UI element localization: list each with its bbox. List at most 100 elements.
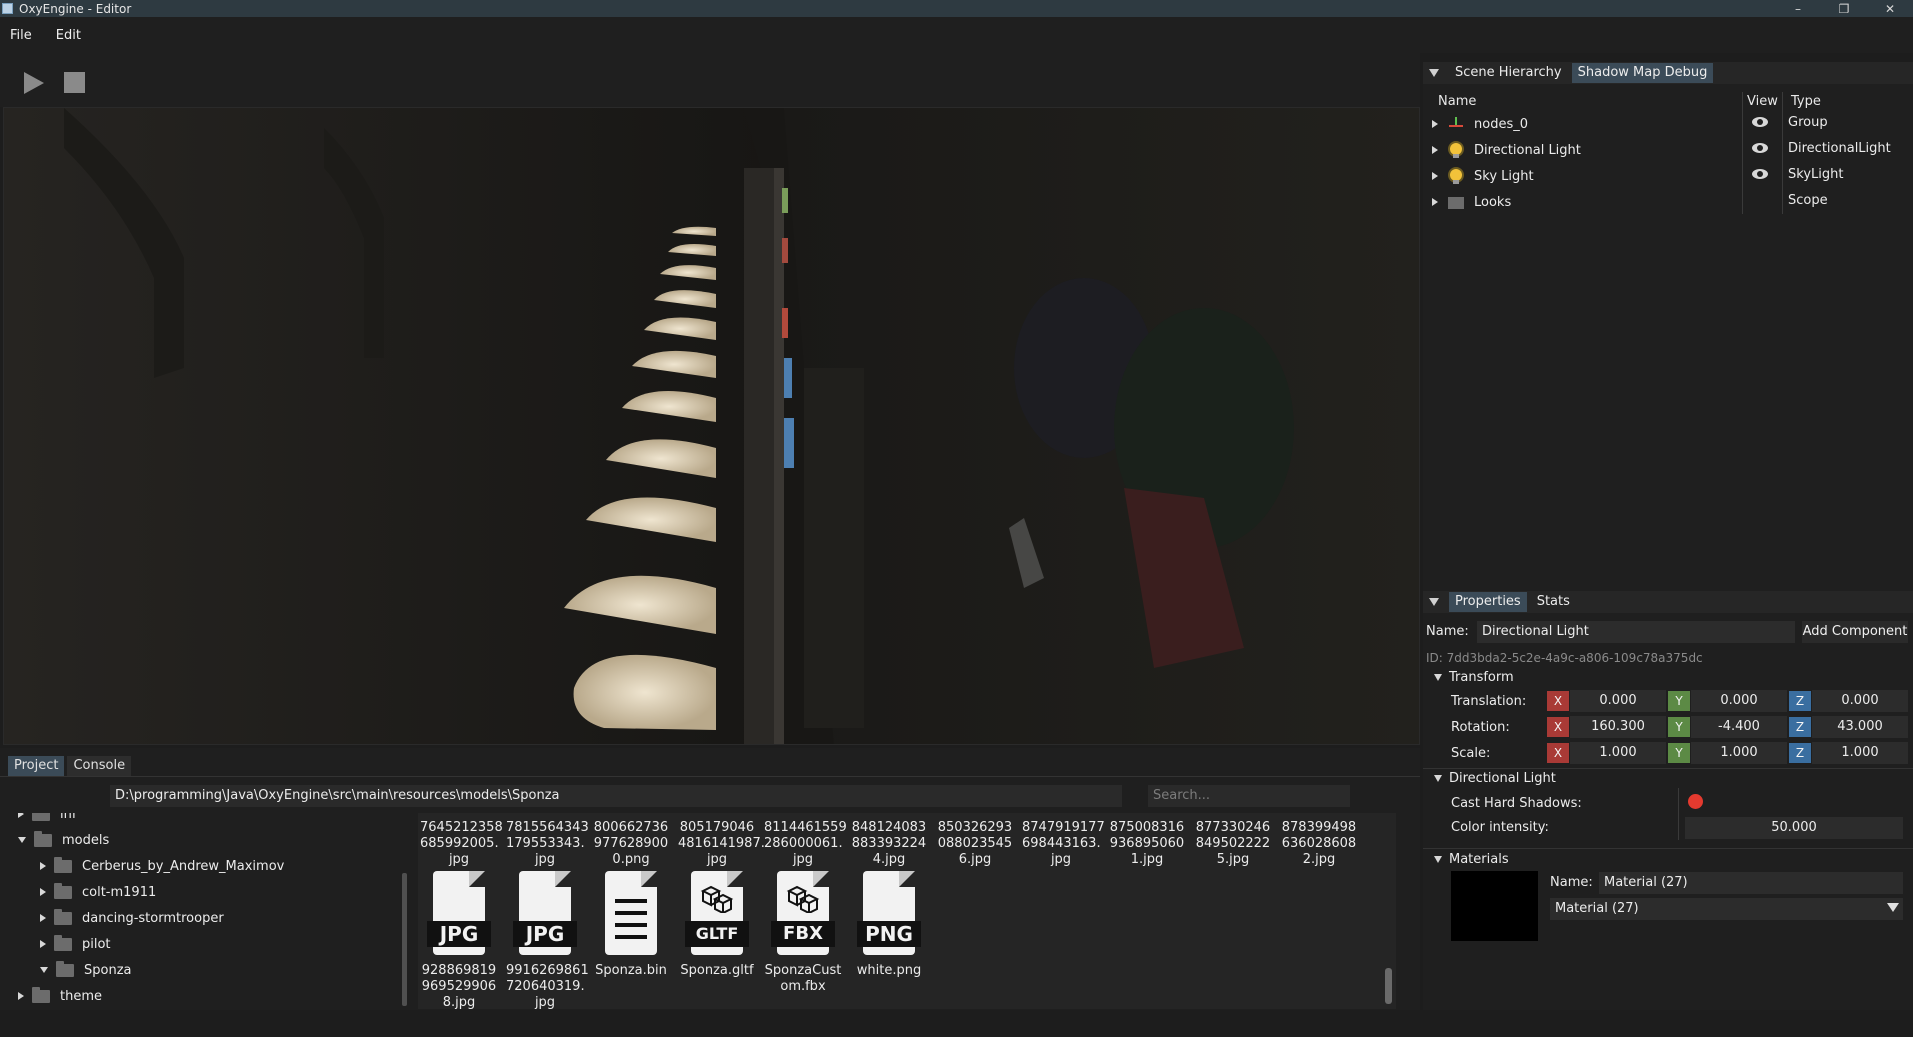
file-item[interactable]: 7815564343 179553343. jpg bbox=[506, 820, 589, 868]
chevron-down-icon[interactable] bbox=[18, 837, 26, 843]
scale-y-input[interactable]: 1.000 bbox=[1691, 742, 1787, 764]
maximize-icon[interactable]: ❐ bbox=[1821, 0, 1867, 17]
file-item[interactable]: 7645212358 685992005. jpg bbox=[420, 820, 503, 868]
eye-icon[interactable] bbox=[1752, 143, 1768, 153]
minimize-icon[interactable]: – bbox=[1775, 0, 1821, 17]
file-item[interactable]: 878399498 636028608 2.jpg bbox=[1280, 820, 1358, 868]
tree-item-theme[interactable]: theme bbox=[18, 986, 102, 1006]
chevron-right-icon[interactable] bbox=[40, 940, 46, 948]
file-item-jpg[interactable]: JPG 928869819 969529906 8.jpg bbox=[420, 871, 498, 1009]
hierarchy-row-directional-light[interactable]: Directional Light bbox=[1432, 138, 1581, 162]
eye-icon[interactable] bbox=[1752, 117, 1768, 127]
chevron-down-icon[interactable] bbox=[1887, 903, 1899, 912]
translation-z-input[interactable]: 0.000 bbox=[1812, 690, 1908, 712]
scene-viewport[interactable] bbox=[3, 107, 1420, 745]
file-item[interactable]: 8747919177 698443163. jpg bbox=[1022, 820, 1105, 868]
translation-y-input[interactable]: 0.000 bbox=[1691, 690, 1787, 712]
chevron-down-icon[interactable] bbox=[1434, 856, 1442, 863]
file-item-gltf[interactable]: GLTF Sponza.gltf bbox=[678, 871, 756, 979]
rotation-x-input[interactable]: 160.300 bbox=[1570, 716, 1666, 738]
directional-light-title[interactable]: Directional Light bbox=[1449, 771, 1556, 786]
rotation-y-input[interactable]: -4.400 bbox=[1691, 716, 1787, 738]
file-item[interactable]: 8114461559 286000061. jpg bbox=[764, 820, 847, 868]
chevron-right-icon[interactable] bbox=[1432, 146, 1438, 154]
materials-title[interactable]: Materials bbox=[1449, 852, 1509, 867]
file-item[interactable]: 875008316 936895060 1.jpg bbox=[1108, 820, 1186, 868]
chevron-right-icon[interactable] bbox=[18, 813, 24, 818]
file-item[interactable]: 850326293 088023545 6.jpg bbox=[936, 820, 1014, 868]
translation-x-input[interactable]: 0.000 bbox=[1570, 690, 1666, 712]
file-item[interactable]: 848124083 883393224 4.jpg bbox=[850, 820, 928, 868]
file-item-jpg[interactable]: JPG 9916269861 720640319. jpg bbox=[506, 871, 589, 1009]
collapse-icon[interactable] bbox=[1429, 598, 1439, 606]
file-item[interactable]: 877330246 849502222 5.jpg bbox=[1194, 820, 1272, 868]
tree-item-stormtrooper[interactable]: dancing-stormtrooper bbox=[40, 908, 224, 928]
material-select[interactable]: Material (27) bbox=[1550, 898, 1903, 920]
file-grid-scrollbar[interactable] bbox=[1385, 968, 1392, 1004]
tab-properties[interactable]: Properties bbox=[1449, 592, 1527, 612]
scale-x-input[interactable]: 1.000 bbox=[1570, 742, 1666, 764]
chevron-right-icon[interactable] bbox=[1432, 120, 1438, 128]
collapse-icon[interactable] bbox=[1429, 69, 1439, 77]
axis-y-label[interactable]: Y bbox=[1668, 743, 1690, 763]
axis-y-label[interactable]: Y bbox=[1668, 717, 1690, 737]
file-item-png[interactable]: PNG white.png bbox=[850, 871, 928, 979]
tab-scene-hierarchy[interactable]: Scene Hierarchy bbox=[1449, 63, 1568, 83]
file-item[interactable]: 800662736 977628900 0.png bbox=[592, 820, 670, 868]
search-input[interactable]: Search... bbox=[1148, 785, 1350, 807]
axis-x-label[interactable]: X bbox=[1547, 691, 1569, 711]
file-item[interactable]: 805179046 4816141987. jpg bbox=[678, 820, 765, 868]
material-name-input[interactable]: Material (27) bbox=[1599, 872, 1903, 894]
tree-item-sponza[interactable]: Sponza bbox=[40, 960, 132, 980]
file-item-fbx[interactable]: FBX SponzaCust om.fbx bbox=[764, 871, 842, 995]
chevron-down-icon[interactable] bbox=[1434, 674, 1442, 681]
chevron-right-icon[interactable] bbox=[40, 914, 46, 922]
menu-file[interactable]: File bbox=[10, 28, 32, 43]
column-type[interactable]: Type bbox=[1791, 94, 1821, 109]
tree-item-colt[interactable]: colt-m1911 bbox=[40, 882, 156, 902]
tab-project[interactable]: Project bbox=[8, 756, 65, 776]
axis-x-label[interactable]: X bbox=[1547, 717, 1569, 737]
material-preview[interactable] bbox=[1451, 871, 1538, 941]
axis-x-label[interactable]: X bbox=[1547, 743, 1569, 763]
rotation-z-input[interactable]: 43.000 bbox=[1812, 716, 1908, 738]
stop-icon[interactable] bbox=[64, 72, 85, 93]
scale-z-input[interactable]: 1.000 bbox=[1812, 742, 1908, 764]
chevron-right-icon[interactable] bbox=[40, 888, 46, 896]
tree-item-cerberus[interactable]: Cerberus_by_Andrew_Maximov bbox=[40, 856, 284, 876]
axis-z-label[interactable]: Z bbox=[1789, 691, 1811, 711]
chevron-right-icon[interactable] bbox=[18, 992, 24, 1000]
column-view[interactable]: View bbox=[1747, 94, 1778, 109]
tree-scrollbar[interactable] bbox=[402, 873, 407, 1006]
axis-z-label[interactable]: Z bbox=[1789, 743, 1811, 763]
chevron-right-icon[interactable] bbox=[40, 862, 46, 870]
name-input[interactable]: Directional Light bbox=[1477, 621, 1795, 643]
path-field[interactable]: D:\programming\Java\OxyEngine\src\main\r… bbox=[110, 785, 1122, 807]
transform-title[interactable]: Transform bbox=[1449, 670, 1514, 685]
chevron-down-icon[interactable] bbox=[40, 967, 48, 973]
tree-item-models[interactable]: models bbox=[18, 830, 109, 850]
column-name[interactable]: Name bbox=[1438, 94, 1476, 109]
tab-shadow-map-debug[interactable]: Shadow Map Debug bbox=[1571, 63, 1714, 83]
chevron-right-icon[interactable] bbox=[1432, 172, 1438, 180]
play-icon[interactable] bbox=[24, 72, 44, 94]
hierarchy-row-nodes[interactable]: nodes_0 bbox=[1432, 112, 1528, 136]
color-intensity-label: Color intensity: bbox=[1451, 820, 1549, 835]
close-icon[interactable]: ✕ bbox=[1867, 0, 1913, 17]
tree-item-inf[interactable]: inf bbox=[18, 813, 76, 824]
chevron-right-icon[interactable] bbox=[1432, 198, 1438, 206]
axis-z-label[interactable]: Z bbox=[1789, 717, 1811, 737]
tree-item-pilot[interactable]: pilot bbox=[40, 934, 111, 954]
file-item-bin[interactable]: Sponza.bin bbox=[592, 871, 670, 979]
menu-edit[interactable]: Edit bbox=[56, 28, 81, 43]
eye-icon[interactable] bbox=[1752, 169, 1768, 179]
tab-stats[interactable]: Stats bbox=[1530, 592, 1576, 612]
tab-console[interactable]: Console bbox=[67, 756, 132, 776]
color-intensity-input[interactable]: 50.000 bbox=[1685, 817, 1903, 839]
cast-shadows-toggle[interactable] bbox=[1688, 794, 1703, 809]
hierarchy-row-sky-light[interactable]: Sky Light bbox=[1432, 164, 1534, 188]
axis-y-label[interactable]: Y bbox=[1668, 691, 1690, 711]
chevron-down-icon[interactable] bbox=[1434, 775, 1442, 782]
hierarchy-row-looks[interactable]: Looks bbox=[1432, 190, 1511, 214]
add-component-button[interactable]: Add Component bbox=[1802, 621, 1908, 643]
